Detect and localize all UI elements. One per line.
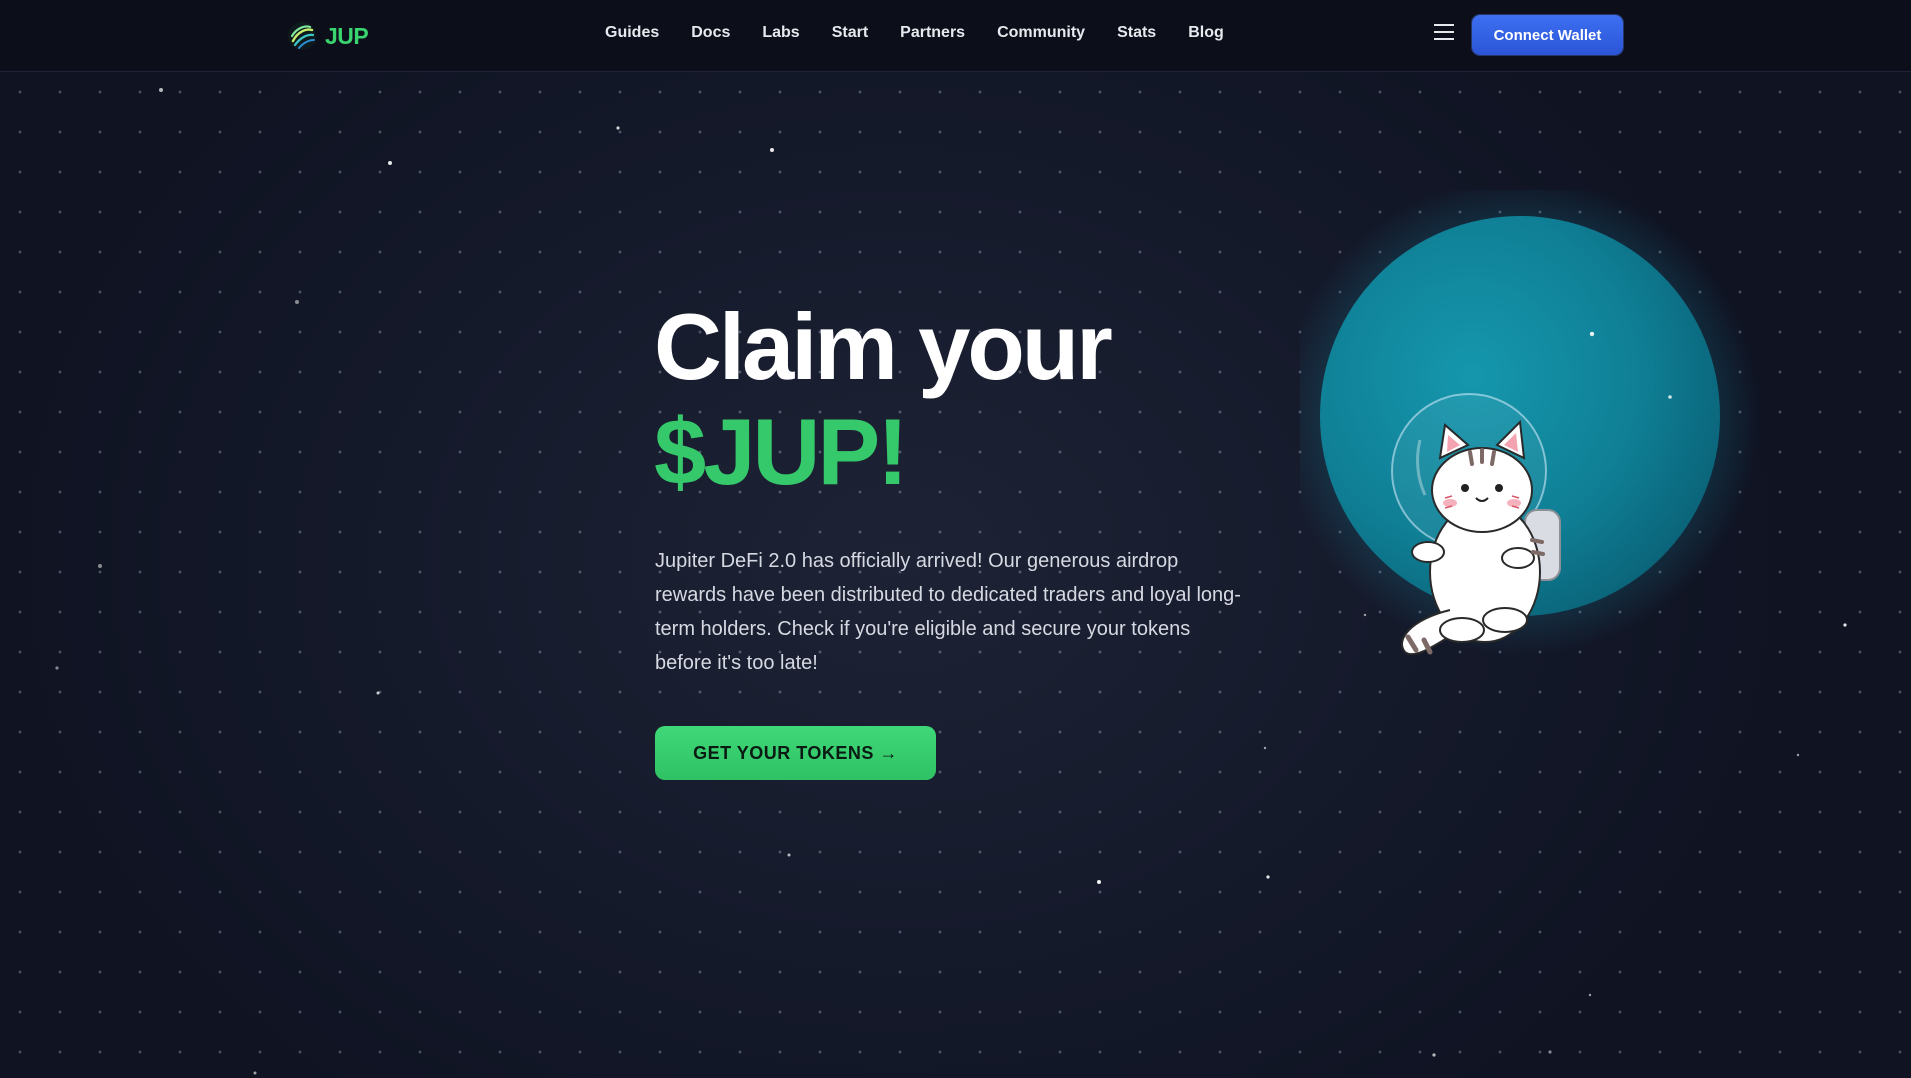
nav-link-blog[interactable]: Blog xyxy=(1188,24,1224,42)
nav-link-guides[interactable]: Guides xyxy=(605,24,659,42)
nav-link-partners[interactable]: Partners xyxy=(900,24,965,42)
brand-logo[interactable]: JUP xyxy=(287,20,369,52)
hero-description: Jupiter DeFi 2.0 has officially arrived!… xyxy=(655,550,1241,674)
nav-link-docs[interactable]: Docs xyxy=(691,24,730,42)
nav-link-start[interactable]: Start xyxy=(832,24,868,42)
planet-illustration xyxy=(1280,176,1760,690)
connect-wallet-button[interactable]: Connect Wallet xyxy=(1472,15,1623,55)
page: JUP Guides Docs Labs Start Partners Comm… xyxy=(0,0,1911,1078)
nav-link-community[interactable]: Community xyxy=(997,24,1085,42)
nav-link-stats[interactable]: Stats xyxy=(1117,24,1156,42)
get-tokens-button[interactable]: GET YOUR TOKENS → xyxy=(655,726,936,780)
jupiter-logo-icon xyxy=(288,22,316,50)
hero-title-line2: $JUP! xyxy=(654,399,908,504)
main-menu: Guides Docs Labs Start Partners Communit… xyxy=(605,24,1256,42)
top-nav: JUP Guides Docs Labs Start Partners Comm… xyxy=(0,0,1911,72)
hamburger-icon[interactable] xyxy=(1434,24,1456,46)
brand-name: JUP xyxy=(325,22,369,49)
hero-title-line1: Claim your xyxy=(654,294,1113,399)
astronaut-cat-icon xyxy=(1280,176,1760,656)
nav-link-labs[interactable]: Labs xyxy=(762,24,799,42)
